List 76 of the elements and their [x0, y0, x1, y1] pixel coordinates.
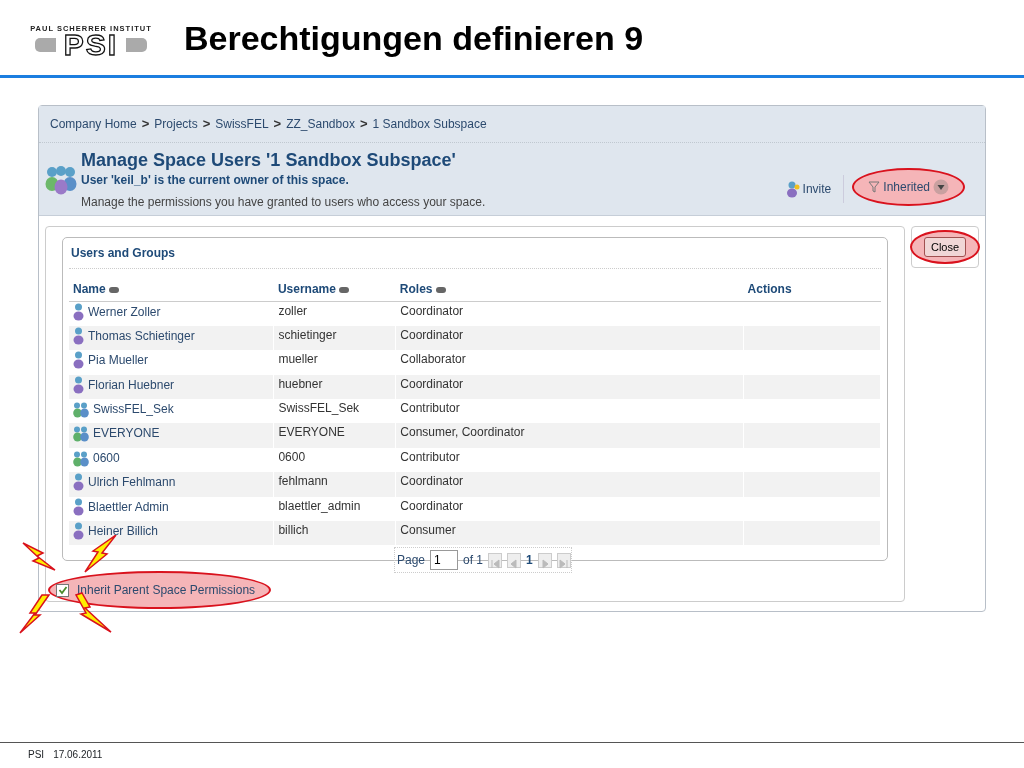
table-cell: EVERYONE — [273, 423, 396, 448]
filter-icon — [868, 180, 881, 193]
group-icon — [73, 426, 89, 443]
column-header[interactable]: Roles — [395, 277, 744, 302]
user-icon — [73, 326, 84, 345]
column-header: Actions — [743, 277, 881, 302]
table-cell: billich — [273, 521, 396, 546]
logo-text: PSI — [55, 32, 127, 59]
pager-label: Page — [397, 552, 426, 570]
page-count: of 1 — [463, 552, 484, 570]
table-cell: huebner — [273, 374, 396, 400]
inherit-checkbox[interactable]: Inherit Parent Space Permissions — [56, 581, 256, 599]
table-cell: Consumer, Coordinator — [395, 423, 744, 448]
table-cell: Collaborator — [395, 350, 744, 375]
name-text: Pia Mueller — [88, 352, 149, 370]
current-page: 1 — [526, 552, 533, 570]
table-cell: Consumer — [395, 521, 744, 546]
last-page-arrow-icon — [557, 557, 570, 570]
panel-title: Users and Groups — [69, 238, 881, 269]
table-cell: Coordinator — [395, 472, 744, 497]
lightning-bolt-icon — [19, 594, 51, 634]
users-group-icon — [45, 165, 77, 195]
table-cell: Coordinator — [395, 374, 744, 400]
breadcrumb-link[interactable]: Projects — [154, 115, 198, 133]
footer-date: 17.06.2011 — [53, 748, 103, 762]
breadcrumb-separator: > — [202, 115, 211, 134]
user-icon — [73, 473, 84, 492]
name-text: Werner Zoller — [88, 304, 161, 321]
name-text: Thomas Schietinger — [88, 327, 195, 345]
table-cell: Coordinator — [395, 325, 744, 351]
user-icon — [73, 303, 84, 321]
breadcrumb-link[interactable]: 1 Sandbox Subspace — [372, 115, 487, 133]
table-cell: fehlmann — [273, 472, 396, 497]
page-input[interactable]: 1 — [430, 550, 459, 571]
user-add-icon — [785, 179, 800, 198]
breadcrumb-link[interactable]: Company Home — [50, 115, 137, 133]
name-text: Blaettler Admin — [88, 498, 169, 516]
breadcrumb-separator: > — [141, 115, 150, 134]
lightning-bolt-icon — [22, 542, 56, 571]
user-icon — [73, 497, 84, 516]
previous-page-button[interactable] — [507, 552, 522, 568]
column-header[interactable]: Username — [273, 277, 396, 302]
breadcrumb-link[interactable]: SwissFEL — [215, 115, 269, 133]
owner-text: User 'keil_b' is the current owner of this space. — [81, 171, 350, 189]
checkbox[interactable] — [56, 583, 69, 597]
inherited-filter-button[interactable]: Inherited — [864, 175, 953, 198]
page-heading: Manage Space Users '1 Sandbox Subspace' — [81, 151, 457, 171]
name-text: SwissFEL_Sek — [93, 401, 174, 419]
name-text: Florian Huebner — [88, 376, 175, 394]
footer-org: PSI — [28, 748, 45, 762]
user-icon — [73, 351, 84, 370]
table-cell: zoller — [273, 301, 396, 326]
breadcrumb-separator: > — [359, 115, 368, 134]
breadcrumb-link[interactable]: ZZ_Sandbox — [286, 115, 355, 133]
last-page-button[interactable] — [556, 552, 571, 568]
table-cell: schietinger — [273, 325, 396, 351]
name-text: Ulrich Fehlmann — [88, 474, 176, 492]
next-page-button[interactable] — [537, 552, 552, 568]
first-page-button[interactable] — [488, 552, 503, 568]
group-icon — [73, 402, 89, 419]
table-cell: Coordinator — [395, 301, 744, 326]
user-icon — [73, 375, 84, 394]
table-cell: mueller — [273, 350, 396, 375]
column-header[interactable]: Name — [69, 277, 274, 302]
breadcrumb-separator: > — [273, 115, 282, 134]
group-icon — [73, 450, 89, 467]
slide-title: Berechtigungen definieren 9 — [184, 20, 644, 55]
description-text: Manage the permissions you have granted to users who access your space. — [81, 193, 486, 211]
lightning-bolt-icon — [84, 535, 117, 573]
invite-button[interactable]: Invite — [781, 177, 836, 200]
first-page-arrow-icon — [489, 557, 502, 570]
name-text: Heiner Billich — [88, 523, 159, 540]
name-text: EVERYONE — [93, 425, 160, 443]
name-text: 0600 — [93, 449, 120, 467]
user-icon — [73, 522, 84, 540]
close-button[interactable]: Close — [923, 236, 967, 258]
